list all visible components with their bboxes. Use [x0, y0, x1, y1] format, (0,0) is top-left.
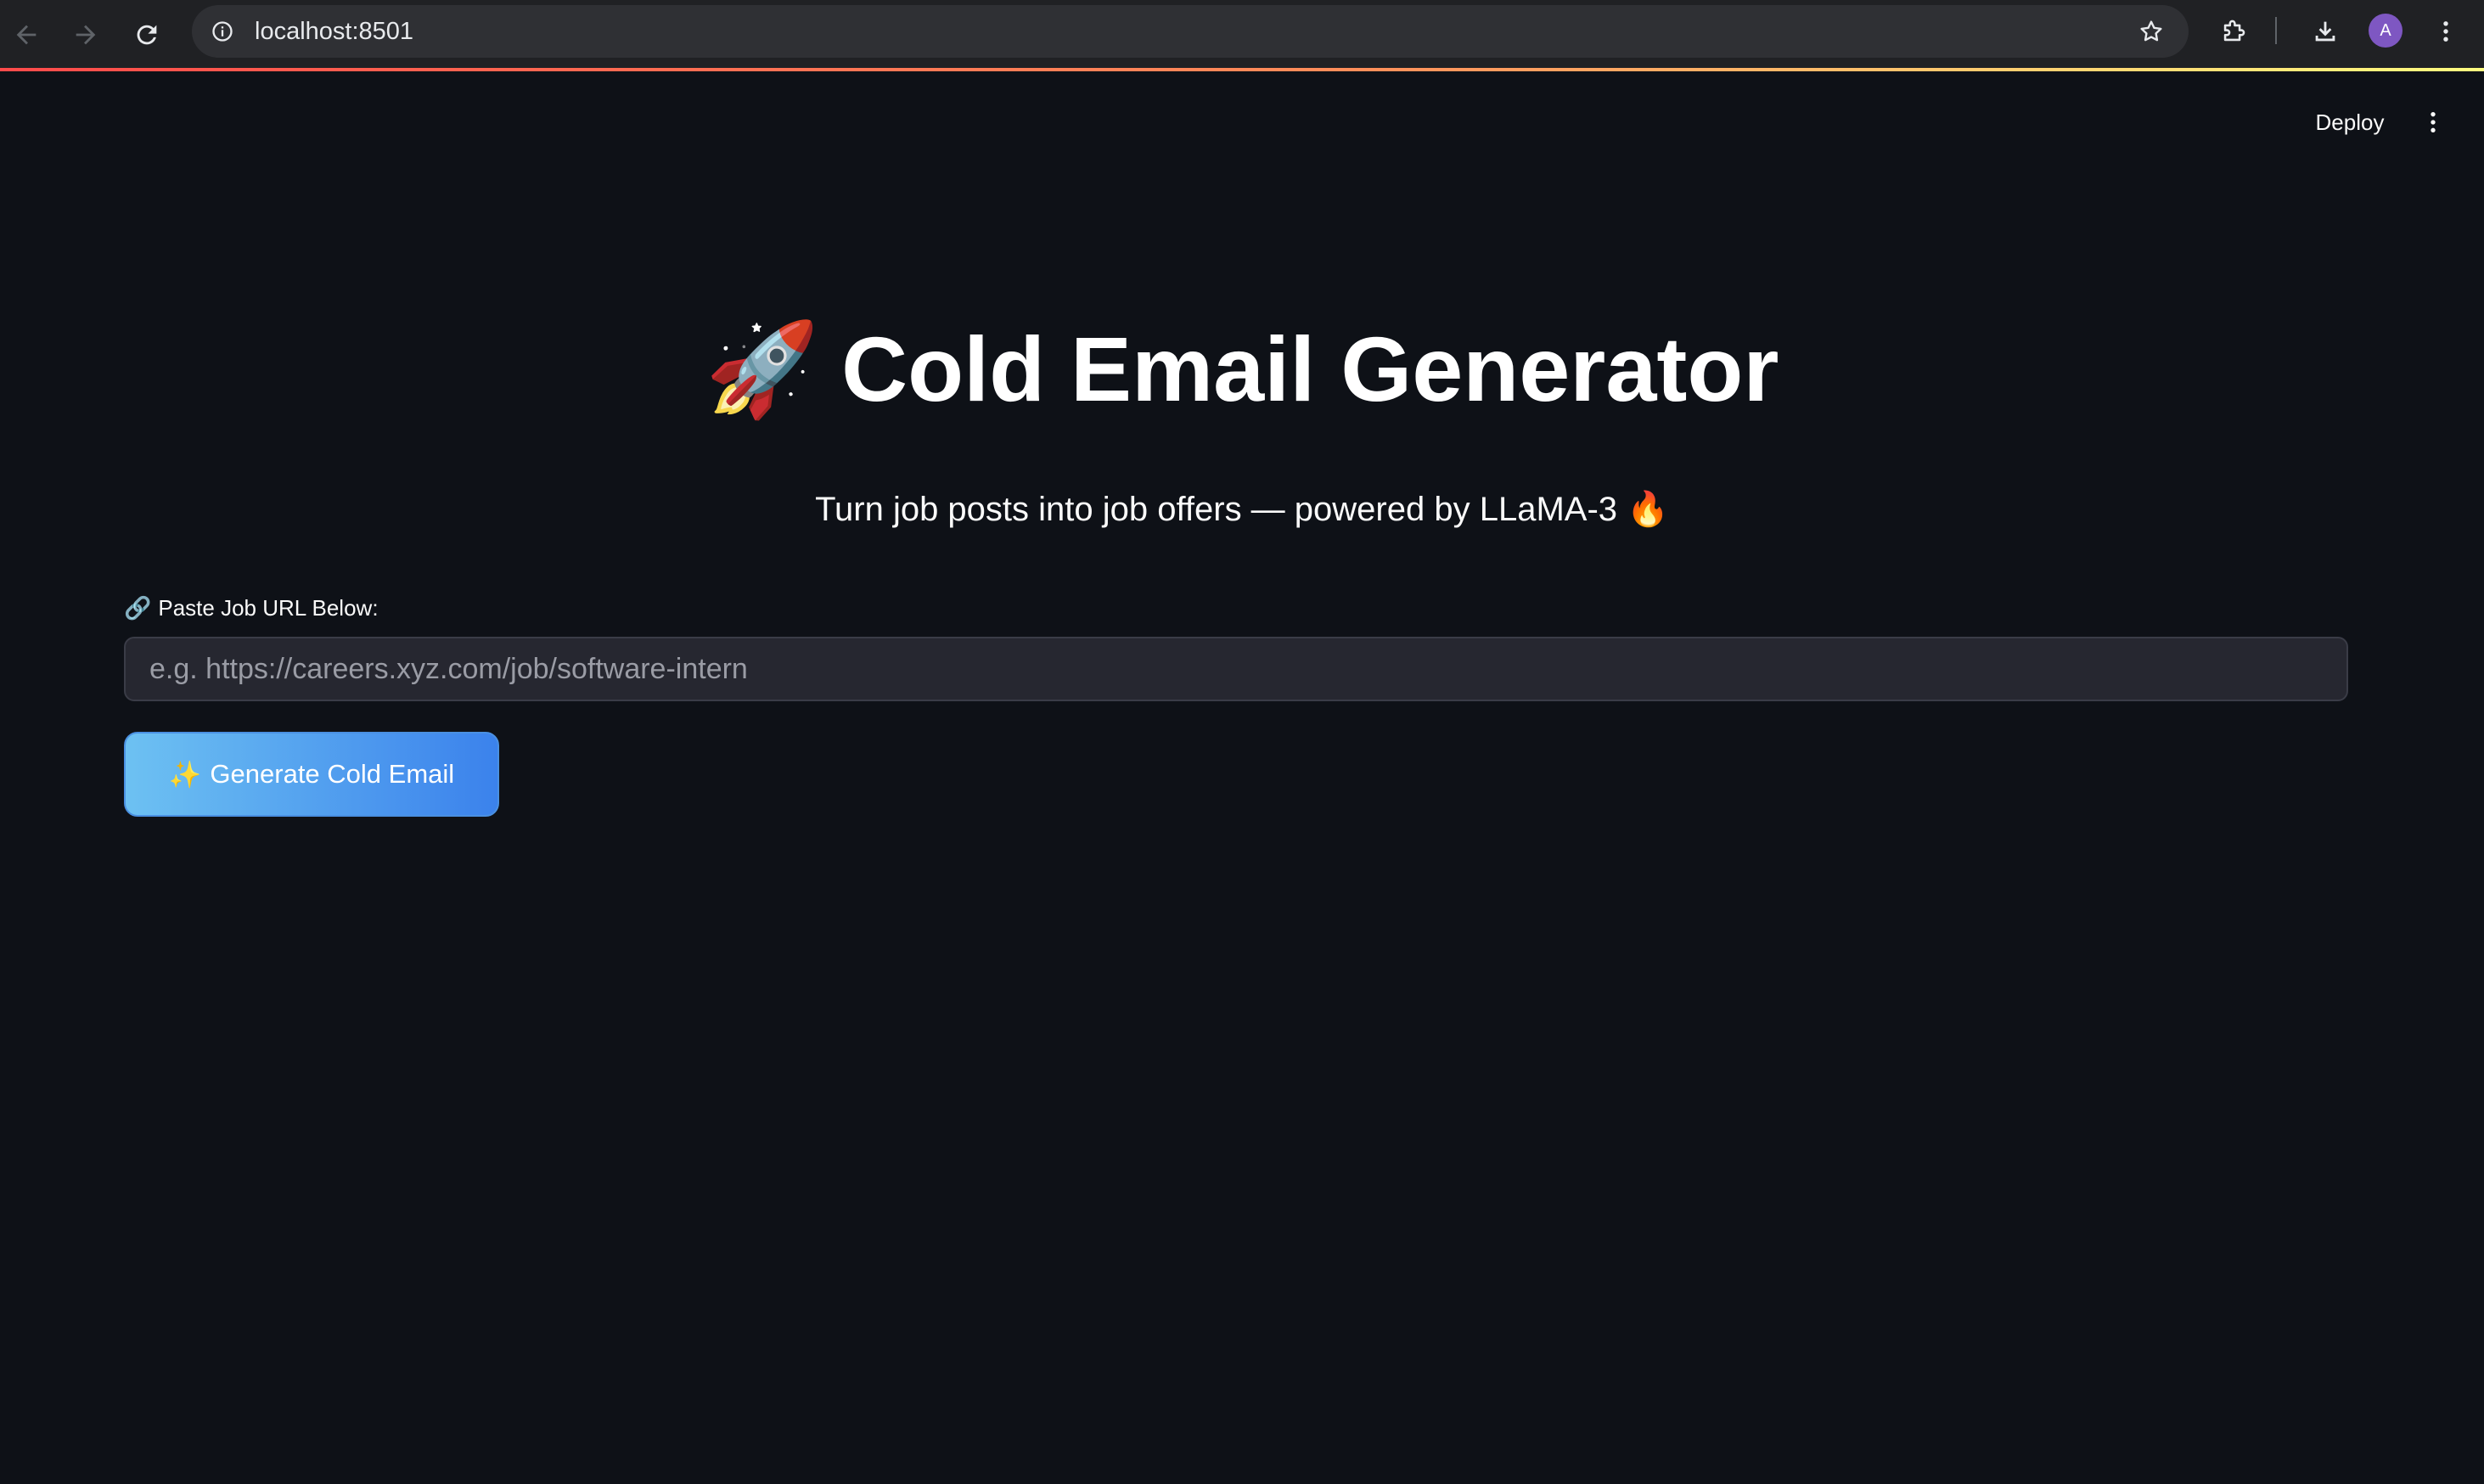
deploy-button[interactable]: Deploy [2297, 104, 2403, 141]
reload-icon [137, 25, 157, 45]
url-field-label-text: Paste Job URL Below: [158, 595, 379, 621]
address-bar[interactable]: localhost:8501 [192, 5, 2189, 58]
rocket-icon: 🚀 [705, 318, 820, 420]
sparkles-icon: ✨ [168, 759, 202, 790]
kebab-menu-icon[interactable] [2426, 12, 2465, 51]
link-icon: 🔗 [124, 595, 152, 621]
generate-cold-email-button[interactable]: ✨ Generate Cold Email [124, 732, 499, 817]
url-text[interactable]: localhost:8501 [255, 5, 413, 58]
url-field-label: 🔗 Paste Job URL Below: [124, 593, 379, 623]
generate-button-label: Generate Cold Email [210, 759, 455, 789]
page-title-text: Cold Email Generator [841, 318, 1779, 420]
reload-button[interactable] [126, 14, 168, 56]
header-decoration-bar [0, 68, 2484, 71]
toolbar-divider [2275, 17, 2277, 44]
main-menu-button[interactable] [2414, 104, 2452, 141]
download-icon[interactable] [2306, 12, 2345, 51]
star-icon[interactable] [2134, 14, 2168, 48]
profile-avatar[interactable]: A [2369, 14, 2403, 48]
kebab-menu-icon [2431, 112, 2436, 132]
info-icon[interactable] [205, 14, 239, 48]
job-url-input[interactable] [124, 637, 2348, 701]
page-subtitle: Turn job posts into job offers — powered… [815, 491, 1669, 528]
arrow-right-icon [76, 25, 96, 45]
puzzle-icon[interactable] [2214, 12, 2253, 51]
arrow-left-icon [16, 25, 37, 45]
forward-button[interactable] [65, 14, 107, 56]
back-button[interactable] [5, 14, 48, 56]
page-title: 🚀 Cold Email Generator [0, 314, 2484, 424]
